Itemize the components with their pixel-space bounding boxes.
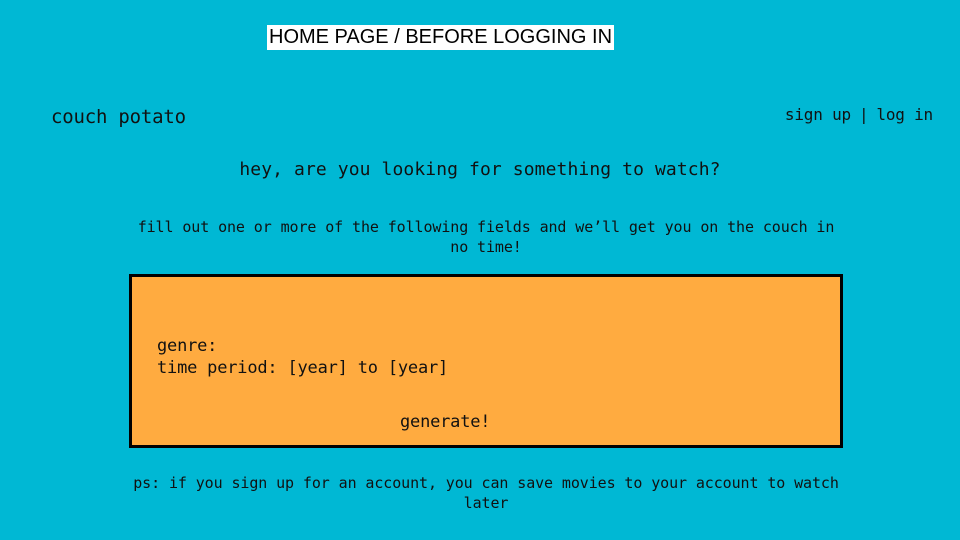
movie-search-form: genre: time period: [year] to [year] gen…: [129, 274, 843, 448]
to-label: to: [357, 358, 378, 378]
signup-footnote: ps: if you sign up for an account, you c…: [133, 474, 839, 512]
genre-label: genre:: [157, 336, 218, 356]
hero-instructions: fill out one or more of the following fi…: [137, 218, 835, 256]
brand-logo[interactable]: couch potato: [51, 105, 186, 129]
time-period-label: time period:: [157, 358, 278, 378]
sign-up-link[interactable]: sign up: [785, 105, 851, 124]
auth-nav: sign up | log in: [785, 104, 933, 126]
page-label: HOME PAGE / BEFORE LOGGING IN: [267, 25, 615, 50]
time-period-field: time period: [year] to [year]: [157, 357, 448, 379]
nav-separator: |: [858, 105, 869, 124]
year-from-input[interactable]: [year]: [287, 358, 347, 378]
hero-headline: hey, are you looking for something to wa…: [239, 159, 721, 180]
genre-field[interactable]: genre:: [157, 335, 217, 357]
year-to-input[interactable]: [year]: [388, 358, 448, 378]
generate-button[interactable]: generate!: [400, 411, 491, 433]
log-in-link[interactable]: log in: [876, 105, 933, 124]
